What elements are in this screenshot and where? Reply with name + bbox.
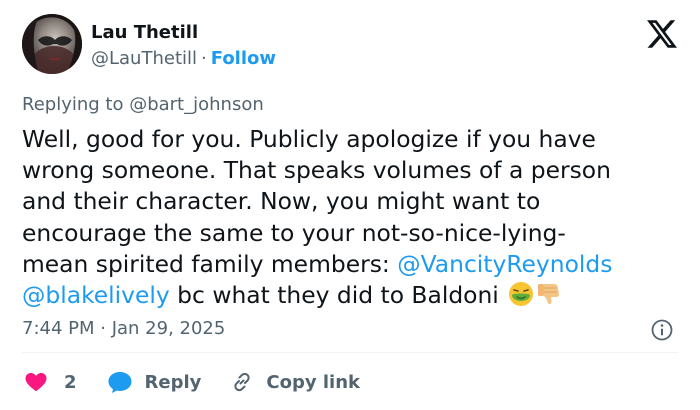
x-logo-icon[interactable]	[647, 20, 677, 48]
divider	[22, 352, 678, 353]
copy-link-label: Copy link	[266, 371, 360, 393]
replying-to: Replying to @bart_johnson	[22, 94, 264, 116]
tweet-line: mean spirited family members: @VancityRe…	[22, 249, 690, 280]
reply-bubble-icon	[108, 372, 132, 393]
author-handle[interactable]: @LauThetill	[91, 48, 197, 69]
copy-link-button[interactable]: Copy link	[230, 370, 360, 394]
follow-button[interactable]: Follow	[211, 48, 276, 69]
tweet-text: Well, good for you. Publicly apologize i…	[22, 124, 690, 311]
nauseated-face-icon	[509, 281, 534, 306]
author-name[interactable]: Lau Thetill	[91, 22, 198, 44]
tweet-embed-card: Lau Thetill @LauThetill · Follow Replying …	[0, 0, 700, 410]
tweet-line: encourage the same to your not-so-nice-l…	[22, 218, 566, 247]
tweet-line: wrong someone. That speaks volumes of a …	[22, 156, 611, 185]
separator-dot: ·	[201, 48, 207, 69]
mention-link[interactable]: @VancityReynolds	[397, 250, 612, 278]
reply-button[interactable]: Reply	[107, 370, 202, 394]
action-bar: 2 Reply Copy link	[22, 368, 360, 396]
mention-link[interactable]: @blakelively	[22, 281, 170, 309]
tweet-line: @blakelively bc what they did to Baldoni	[22, 280, 690, 311]
tweet-text-fragment: mean spirited family members:	[22, 249, 398, 278]
like-count: 2	[64, 371, 77, 393]
timestamp[interactable]: 7:44 PM · Jan 29, 2025	[22, 318, 225, 340]
tweet-text-fragment: bc what they did to Baldoni	[169, 280, 507, 309]
thumbs-down-icon	[538, 283, 560, 305]
heart-icon	[25, 373, 47, 392]
like-button[interactable]: 2	[22, 370, 77, 394]
link-icon	[234, 372, 251, 392]
tweet-line: Well, good for you. Publicly apologize i…	[22, 125, 596, 153]
reply-label: Reply	[144, 371, 202, 393]
replying-prefix: Replying to	[22, 94, 130, 115]
info-icon[interactable]	[650, 318, 674, 342]
replying-handle[interactable]: @bart_johnson	[129, 94, 264, 115]
avatar[interactable]	[22, 14, 82, 74]
tweet-line: and their character. Now, you might want…	[22, 187, 541, 216]
author-handle-row: @LauThetill · Follow	[91, 48, 276, 70]
